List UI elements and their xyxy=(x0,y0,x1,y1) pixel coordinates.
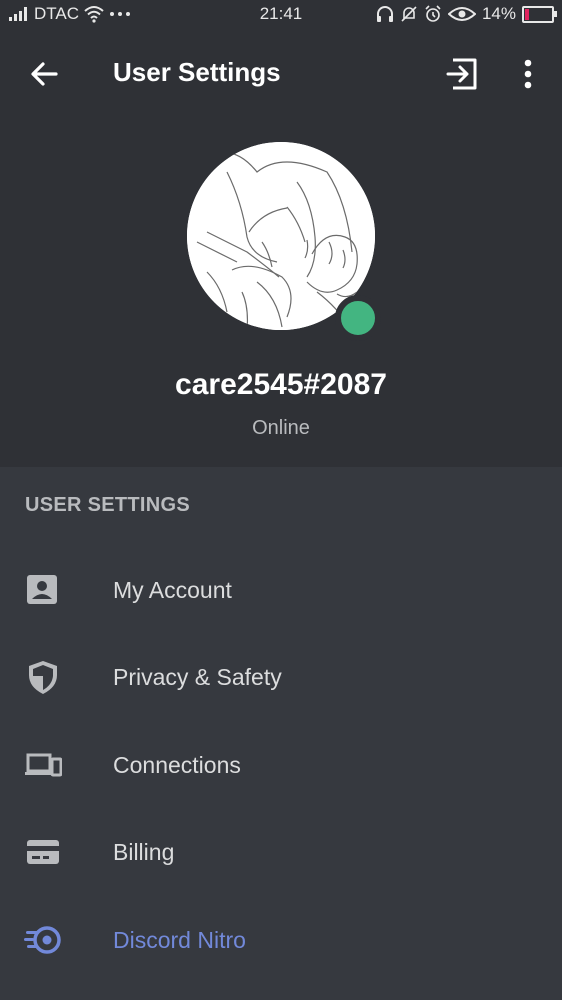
app-bar: User Settings xyxy=(0,40,562,104)
status-bar: DTAC 21:41 14% xyxy=(0,0,562,30)
account-icon xyxy=(27,575,57,604)
card-icon xyxy=(27,840,59,864)
more-vertical-icon xyxy=(524,59,532,89)
settings-item-label: Billing xyxy=(113,839,175,865)
online-status-indicator xyxy=(335,295,381,341)
settings-item-discord-nitro[interactable]: Discord Nitro xyxy=(0,904,562,976)
battery-percent: 14% xyxy=(481,4,516,23)
headphone-icon xyxy=(376,6,393,22)
status-bar-right: 14% xyxy=(376,4,557,24)
shield-icon xyxy=(29,661,57,694)
settings-item-label: Privacy & Safety xyxy=(113,664,282,690)
settings-item-label: My Account xyxy=(113,577,232,603)
nitro-icon xyxy=(24,926,61,954)
settings-item-my-account[interactable]: My Account xyxy=(0,554,562,626)
username: care2545#2087 xyxy=(175,368,387,401)
settings-item-connections[interactable]: Connections xyxy=(0,729,562,801)
settings-item-label: Discord Nitro xyxy=(113,927,246,953)
logout-button[interactable] xyxy=(443,55,481,93)
back-button[interactable] xyxy=(26,56,62,92)
logout-icon xyxy=(446,58,477,90)
avatar-container[interactable] xyxy=(187,142,381,341)
more-options-button[interactable] xyxy=(513,55,543,93)
devices-icon xyxy=(25,753,62,777)
back-arrow-icon xyxy=(31,62,58,86)
page-title: User Settings xyxy=(113,57,281,87)
mute-icon xyxy=(401,6,417,22)
settings-item-billing[interactable]: Billing xyxy=(0,816,562,888)
section-header-user-settings: USER SETTINGS xyxy=(25,494,191,516)
settings-item-privacy-safety[interactable]: Privacy & Safety xyxy=(0,641,562,713)
alarm-icon xyxy=(425,5,441,22)
status-text: Online xyxy=(252,417,310,439)
eye-icon xyxy=(447,7,476,21)
settings-item-label: Connections xyxy=(113,752,241,778)
battery-icon xyxy=(522,5,557,23)
